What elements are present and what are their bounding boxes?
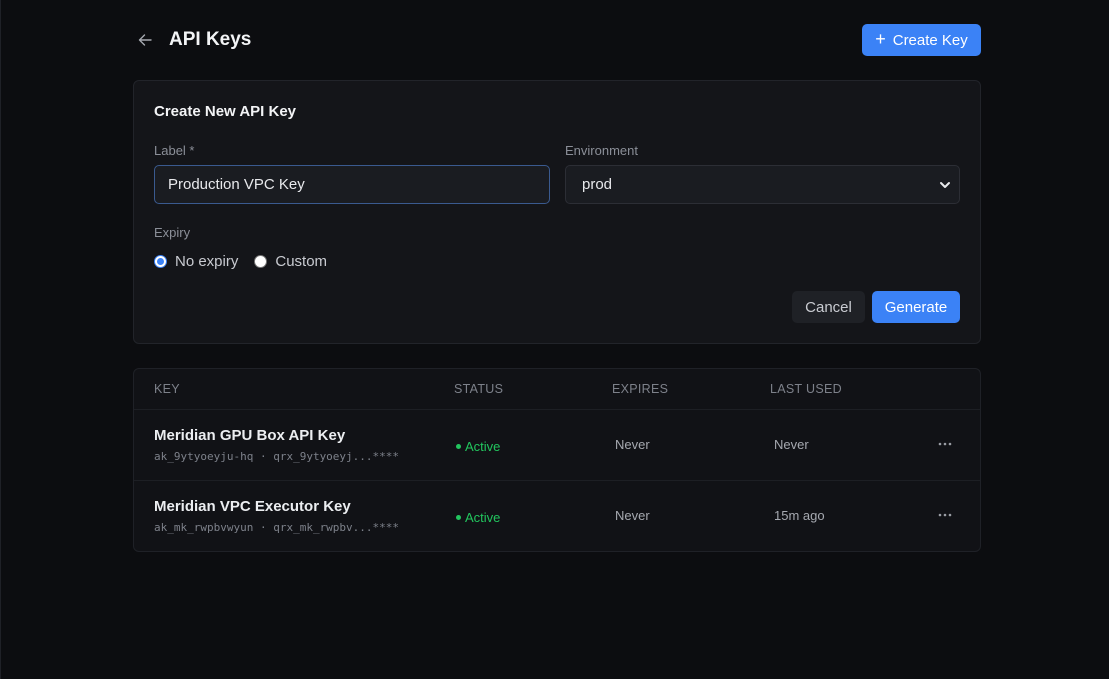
column-header-status: STATUS	[454, 382, 504, 396]
expiry-option-no-expiry[interactable]: No expiry	[154, 253, 238, 270]
label-input[interactable]	[154, 165, 550, 204]
column-header-key: KEY	[154, 382, 180, 396]
status-dot-icon	[456, 515, 461, 520]
cancel-button[interactable]: Cancel	[792, 291, 865, 323]
expiry-radio-group: No expiry Custom	[154, 253, 327, 270]
radio-custom[interactable]	[254, 255, 268, 268]
status-text: Active	[465, 510, 501, 525]
last-used-value: Never	[774, 437, 809, 452]
table-row[interactable]: Meridian VPC Executor Key ak_mk_rwpbvwyu…	[134, 480, 980, 551]
key-name: Meridian GPU Box API Key	[154, 427, 346, 444]
expiry-option-custom[interactable]: Custom	[254, 253, 327, 270]
page-title: API Keys	[169, 29, 252, 50]
create-key-label: Create Key	[892, 31, 968, 49]
radio-label-custom: Custom	[275, 253, 328, 270]
environment-field-label: Environment	[565, 143, 638, 158]
row-actions-button[interactable]	[934, 505, 956, 525]
plus-icon: +	[875, 29, 886, 49]
api-keys-table: KEY STATUS EXPIRES LAST USED Meridian GP…	[133, 368, 981, 552]
key-name: Meridian VPC Executor Key	[154, 498, 351, 515]
expires-value: Never	[615, 508, 650, 523]
environment-select[interactable]: prod	[565, 165, 960, 204]
status-dot-icon	[456, 444, 461, 449]
create-key-form: Create New API Key Label * Environment p…	[133, 80, 981, 344]
status-badge: Active	[456, 510, 500, 525]
status-text: Active	[465, 439, 501, 454]
generate-button[interactable]: Generate	[872, 291, 960, 323]
more-horizontal-icon	[938, 442, 952, 446]
row-actions-button[interactable]	[934, 434, 956, 454]
status-badge: Active	[456, 439, 500, 454]
environment-select-value: prod	[582, 176, 613, 193]
radio-no-expiry[interactable]	[154, 255, 167, 268]
arrow-left-icon	[138, 34, 152, 46]
form-title: Create New API Key	[154, 103, 297, 120]
expires-value: Never	[615, 437, 650, 452]
column-header-expires: EXPIRES	[612, 382, 669, 396]
expiry-label: Expiry	[154, 225, 191, 240]
key-identifier: ak_mk_rwpbvwyun · qrx_mk_rwpbv...****	[154, 521, 400, 534]
last-used-value: 15m ago	[774, 508, 825, 523]
label-field-label: Label *	[154, 143, 195, 158]
create-key-button[interactable]: + Create Key	[862, 24, 981, 56]
key-identifier: ak_9ytyoeyju-hq · qrx_9ytyoeyj...****	[154, 450, 400, 463]
radio-label-no-expiry: No expiry	[175, 253, 239, 270]
more-horizontal-icon	[938, 513, 952, 517]
page-header: API Keys + Create Key	[134, 24, 981, 56]
column-header-last-used: LAST USED	[770, 382, 842, 396]
api-keys-page: API Keys + Create Key Create New API Key…	[0, 0, 1109, 679]
table-row[interactable]: Meridian GPU Box API Key ak_9ytyoeyju-hq…	[134, 409, 980, 480]
chevron-down-icon	[940, 181, 950, 188]
back-button[interactable]	[134, 28, 156, 52]
